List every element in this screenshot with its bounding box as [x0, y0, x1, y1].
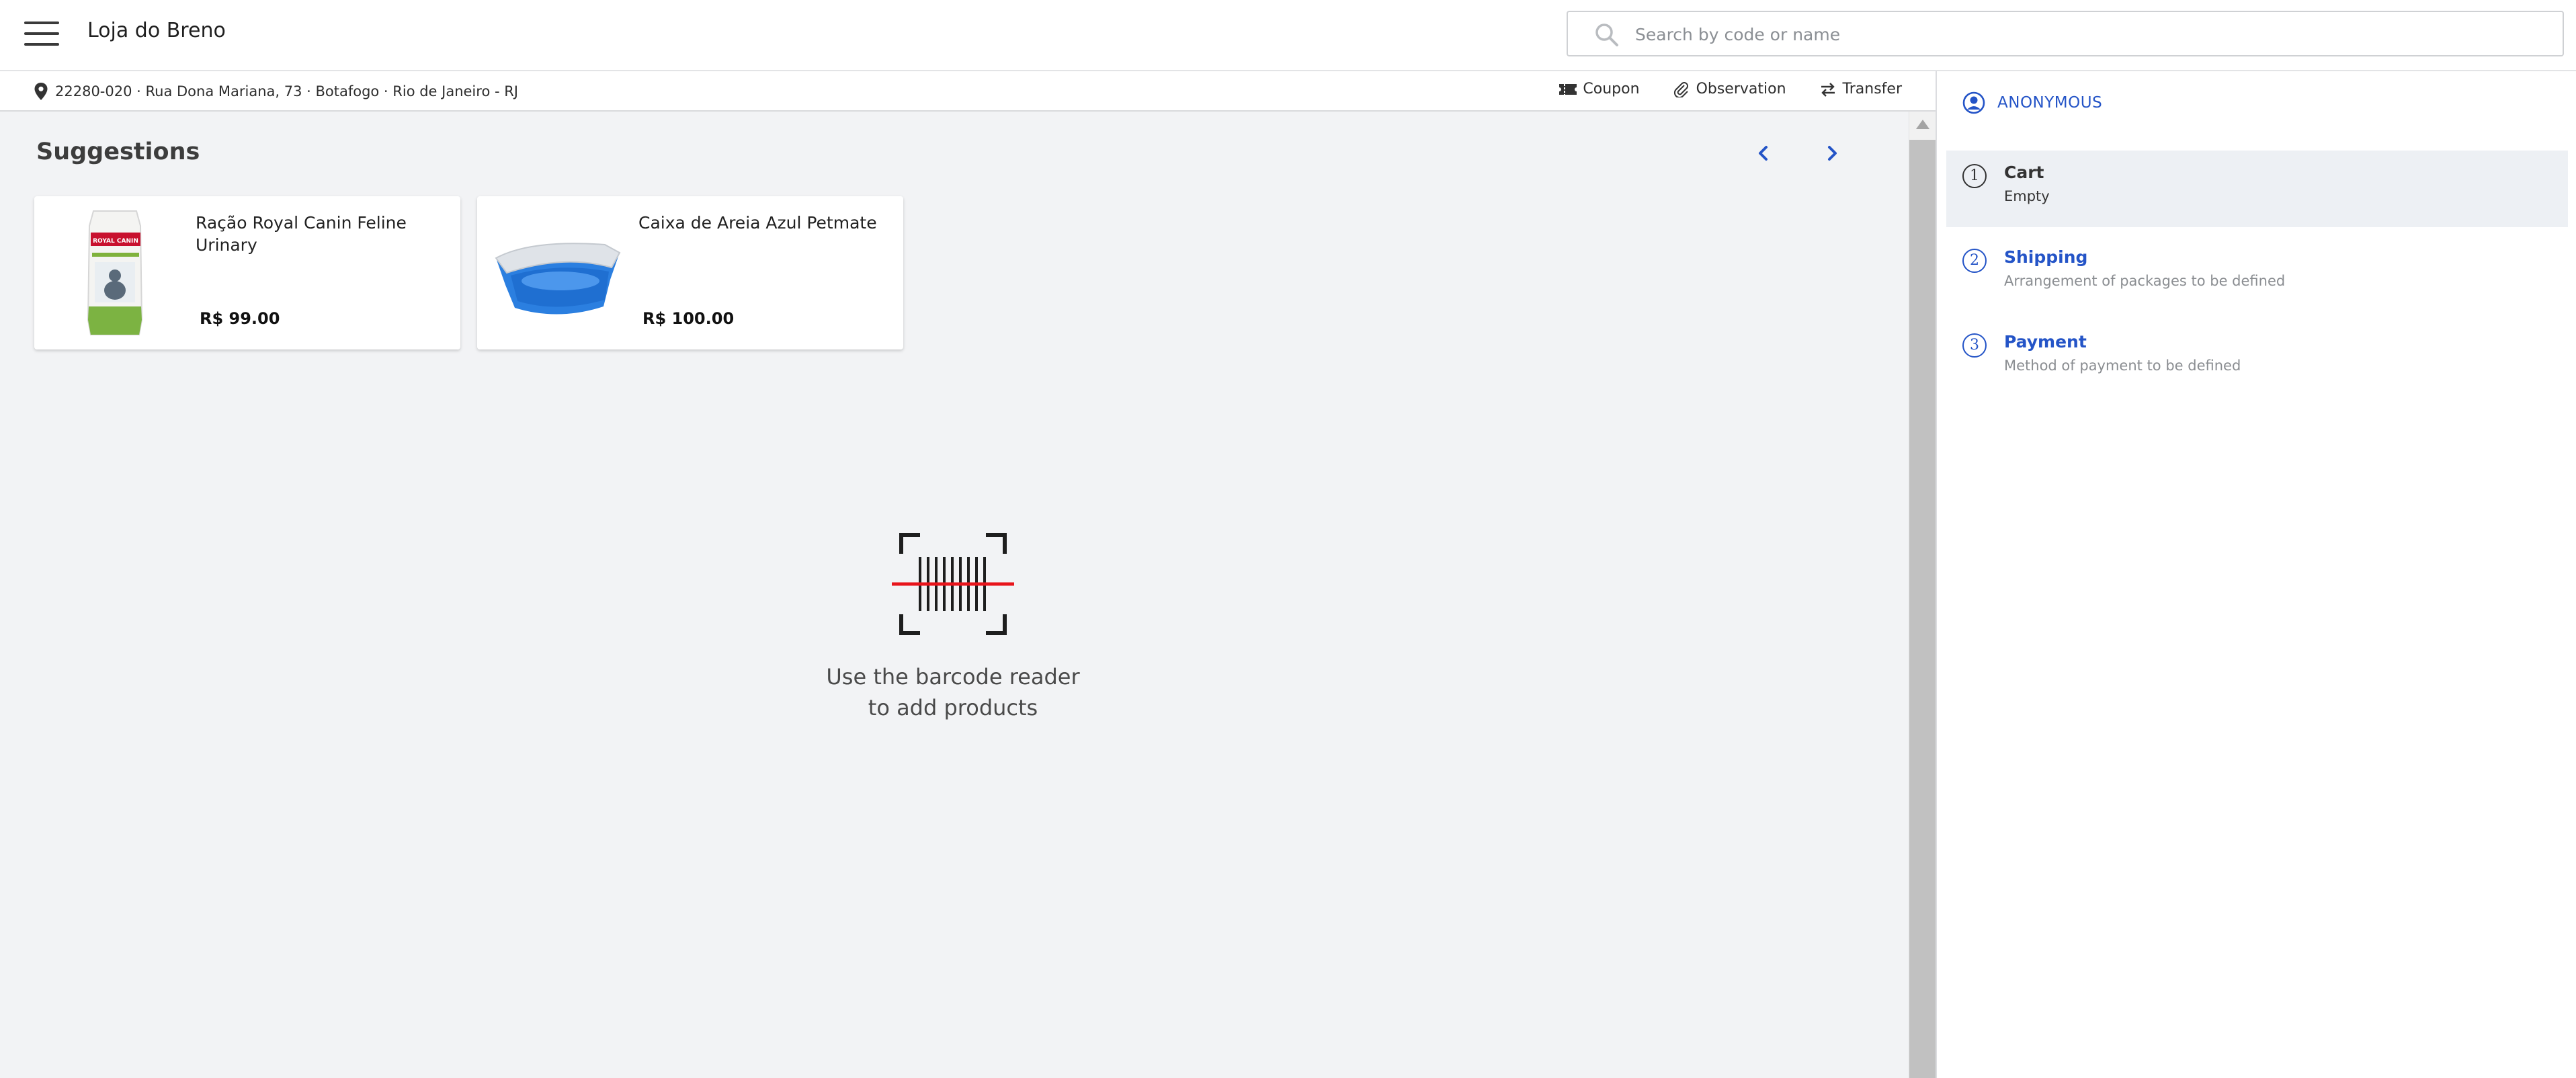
product-name: Ração Royal Canin Feline Urinary — [196, 213, 407, 255]
step-shipping[interactable]: 2 Shipping Arrangement of packages to be… — [1946, 235, 2568, 312]
step-subtitle: Arrangement of packages to be defined — [2004, 273, 2286, 289]
delivery-address[interactable]: 22280-020 · Rua Dona Mariana, 73 · Botaf… — [34, 82, 518, 101]
empty-hint-line-1: Use the barcode reader — [826, 664, 1080, 690]
transfer-label: Transfer — [1842, 81, 1902, 97]
svg-text:ROYAL CANIN: ROYAL CANIN — [93, 238, 138, 245]
coupon-icon — [1559, 83, 1578, 95]
user-circle-icon — [1962, 91, 1985, 114]
order-panel: ANONYMOUS 1 Cart Empty 2 Shipping Arrang… — [1936, 71, 2576, 1078]
empty-hint-line-2: to add products — [868, 695, 1038, 721]
transfer-button[interactable]: Transfer — [1819, 81, 1902, 97]
transfer-icon — [1821, 82, 1835, 97]
customer-selector[interactable]: ANONYMOUS — [1962, 91, 2102, 114]
scroll-up-arrow-icon[interactable] — [1916, 120, 1929, 129]
step-cart[interactable]: 1 Cart Empty — [1946, 151, 2568, 227]
observation-label: Observation — [1696, 81, 1786, 97]
step-number: 2 — [1962, 249, 1987, 273]
barcode-scanner-icon — [892, 533, 1014, 635]
top-header: Loja do Breno — [0, 0, 2576, 71]
location-pin-icon — [34, 83, 48, 100]
product-name: Caixa de Areia Azul Petmate — [638, 213, 877, 233]
observation-button[interactable]: Observation — [1672, 81, 1786, 97]
coupon-button[interactable]: Coupon — [1559, 81, 1640, 97]
product-card[interactable]: ROYAL CANIN Ração Royal Canin Feline Uri… — [34, 196, 460, 349]
search-icon — [1595, 24, 1618, 46]
order-actions: Coupon Observation Transfer — [1559, 81, 1902, 97]
customer-name: ANONYMOUS — [1997, 94, 2103, 112]
step-payment[interactable]: 3 Payment Method of payment to be define… — [1946, 320, 2568, 397]
chevron-left-icon[interactable] — [1750, 140, 1777, 167]
empty-cart-hint: Use the barcode reader to add products — [751, 527, 1155, 724]
step-title: Payment — [2004, 332, 2087, 351]
store-name: Loja do Breno — [87, 19, 226, 42]
suggestions-title: Suggestions — [36, 138, 200, 165]
menu-icon[interactable] — [24, 22, 59, 47]
step-title: Cart — [2004, 163, 2044, 182]
step-subtitle: Empty — [2004, 188, 2050, 204]
step-number: 3 — [1962, 333, 1987, 358]
search-input[interactable] — [1635, 19, 2549, 50]
scrollbar-thumb[interactable] — [1909, 140, 1936, 1078]
chevron-right-icon[interactable] — [1819, 140, 1845, 167]
address-text: 22280-020 · Rua Dona Mariana, 73 · Botaf… — [55, 83, 519, 99]
cat-food-bag-image: ROYAL CANIN — [87, 210, 143, 335]
main-content: Suggestions ROYAL CANIN Ração Royal Cani… — [0, 112, 1909, 1078]
litter-box-image — [495, 243, 621, 315]
search-box[interactable] — [1567, 11, 2564, 56]
coupon-label: Coupon — [1583, 81, 1640, 97]
product-price: R$ 99.00 — [200, 309, 280, 328]
step-number: 1 — [1962, 164, 1987, 188]
step-title: Shipping — [2004, 247, 2088, 267]
paperclip-icon — [1673, 81, 1688, 97]
main-scrollbar[interactable] — [1909, 112, 1936, 1078]
address-bar: 22280-020 · Rua Dona Mariana, 73 · Botaf… — [0, 71, 1936, 112]
product-price: R$ 100.00 — [642, 309, 735, 328]
product-card[interactable]: Caixa de Areia Azul Petmate R$ 100.00 — [477, 196, 903, 349]
step-subtitle: Method of payment to be defined — [2004, 358, 2241, 374]
